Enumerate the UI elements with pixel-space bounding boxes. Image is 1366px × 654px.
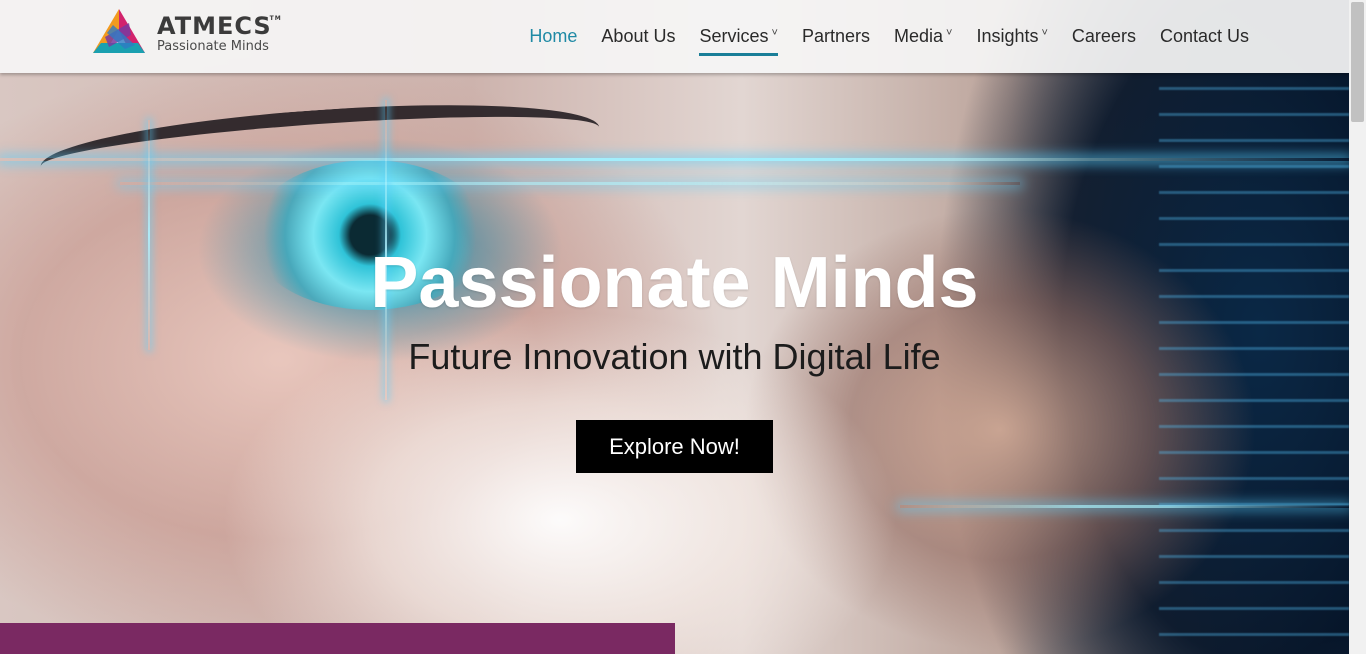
nav-media[interactable]: Media ˅ bbox=[894, 26, 952, 53]
nav-insights[interactable]: Insights ˅ bbox=[976, 26, 1047, 53]
nav-contact-us[interactable]: Contact Us bbox=[1160, 26, 1249, 53]
hero-title: Passionate Minds bbox=[370, 243, 979, 323]
nav-services[interactable]: Services ˅ bbox=[699, 26, 778, 56]
hero-subtitle: Future Innovation with Digital Life bbox=[408, 336, 941, 377]
page-scrollbar[interactable] bbox=[1349, 0, 1366, 654]
brand-logo[interactable]: ATMECS TM Passionate Minds bbox=[91, 7, 282, 59]
explore-now-button[interactable]: Explore Now! bbox=[576, 420, 773, 473]
chevron-down-icon: ˅ bbox=[771, 27, 778, 39]
nav-about-us[interactable]: About Us bbox=[601, 26, 675, 53]
brand-tagline: Passionate Minds bbox=[157, 38, 269, 54]
brand-name: ATMECS TM bbox=[157, 11, 282, 40]
chevron-down-icon: ˅ bbox=[1041, 27, 1048, 39]
site-header: ATMECS TM Passionate Minds Home About Us … bbox=[0, 0, 1349, 73]
nav-partners[interactable]: Partners bbox=[802, 26, 870, 53]
hero-background-image bbox=[0, 0, 1349, 654]
hero-light-line bbox=[120, 182, 1020, 185]
nav-home[interactable]: Home bbox=[529, 26, 577, 53]
atmecs-logo-icon bbox=[93, 9, 145, 53]
page: ATMECS TM Passionate Minds Home About Us … bbox=[0, 0, 1366, 654]
hero-light-line bbox=[0, 158, 1349, 161]
brand-text: ATMECS TM Passionate Minds bbox=[157, 11, 282, 54]
nav-careers[interactable]: Careers bbox=[1072, 26, 1136, 53]
scrollbar-thumb[interactable] bbox=[1351, 2, 1364, 122]
trademark-mark: TM bbox=[269, 14, 282, 22]
main-nav: Home About Us Services ˅ Partners Media ˅ … bbox=[505, 26, 1249, 56]
chevron-down-icon: ˅ bbox=[946, 27, 953, 39]
section-band bbox=[0, 623, 675, 654]
